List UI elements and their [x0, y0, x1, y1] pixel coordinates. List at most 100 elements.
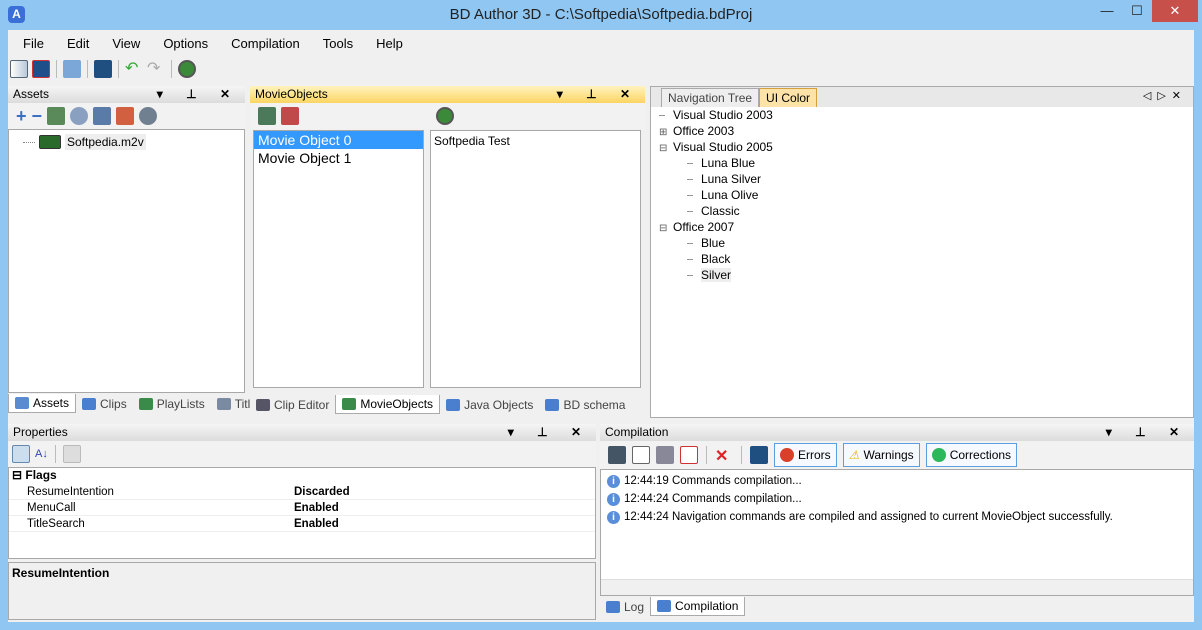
log-entry: i 12:44:24 Commands compilation...: [607, 490, 1187, 508]
video-file-icon: [39, 135, 61, 149]
tree-node[interactable]: ┄ Classic: [659, 203, 1193, 219]
add-movieobject-icon[interactable]: [258, 107, 276, 125]
add-icon[interactable]: +: [16, 106, 27, 127]
property-row[interactable]: TitleSearch Enabled: [9, 516, 595, 532]
sort-alpha-icon[interactable]: A↓: [35, 448, 48, 460]
compilation-toolbar: ✕ Errors ⚠ Warnings Corrections: [600, 441, 1194, 469]
undo-icon[interactable]: ↶: [125, 60, 143, 78]
add-audio-icon[interactable]: [70, 107, 89, 125]
tab-playlists[interactable]: PlayLists: [133, 395, 211, 413]
assets-header: Assets ▾ ⊥ ✕: [8, 86, 245, 103]
compile-icon[interactable]: [178, 60, 196, 78]
panel-controls[interactable]: ▾ ⊥ ✕: [157, 86, 240, 103]
tab-assets[interactable]: Assets: [8, 394, 77, 413]
properties-title: Properties: [13, 425, 68, 439]
add-subtitle-icon[interactable]: [93, 107, 112, 125]
panel-controls[interactable]: ▾ ⊥ ✕: [557, 86, 640, 103]
property-grid: ⊟ Flags ResumeIntention Discarded MenuCall…: [8, 467, 596, 559]
close-button[interactable]: ✕: [1152, 0, 1198, 22]
maximize-button[interactable]: ☐: [1122, 0, 1152, 22]
panel-controls[interactable]: ▾ ⊥ ✕: [508, 424, 591, 441]
delete-icon[interactable]: [656, 446, 674, 464]
expander-icon[interactable]: ⊟: [659, 221, 673, 237]
window-title: BD Author 3D - C:\Softpedia\Softpedia.bd…: [449, 6, 753, 23]
property-name: ResumeIntention: [27, 486, 114, 498]
panel-controls[interactable]: ▾ ⊥ ✕: [1106, 424, 1189, 441]
list-item[interactable]: Movie Object 1: [254, 149, 423, 167]
asset-file[interactable]: Softpedia.m2v: [65, 134, 146, 150]
property-row[interactable]: MenuCall Enabled: [9, 500, 595, 516]
tree-node[interactable]: ┄ Luna Olive: [659, 187, 1193, 203]
clear-icon[interactable]: ✕: [715, 446, 733, 465]
errors-button[interactable]: Errors: [774, 443, 837, 467]
commands-toolbar: [428, 103, 454, 129]
redo-icon[interactable]: ↷: [147, 60, 165, 78]
corrections-button[interactable]: Corrections: [925, 443, 1018, 467]
property-value[interactable]: Enabled: [294, 500, 339, 515]
movieobjects-toolbar: [250, 103, 428, 129]
new-bd-icon[interactable]: [32, 60, 50, 78]
save-icon[interactable]: [94, 60, 112, 78]
tab-compilation[interactable]: Compilation: [650, 597, 746, 616]
cut-icon[interactable]: [608, 446, 626, 464]
copy-icon[interactable]: [632, 446, 650, 464]
tree-node[interactable]: ⊟ Visual Studio 2005: [659, 139, 1193, 155]
compile-icon[interactable]: [436, 107, 454, 125]
tab-movieobjects[interactable]: MovieObjects: [335, 395, 441, 414]
tab-log[interactable]: Log: [600, 598, 650, 616]
menu-help[interactable]: Help: [361, 32, 411, 54]
add-clip-icon[interactable]: [47, 107, 66, 125]
minimize-button[interactable]: —: [1092, 0, 1122, 22]
property-pages-icon[interactable]: [62, 445, 81, 463]
tab-bd-schema[interactable]: BD schema: [539, 396, 631, 414]
assets-panel: Assets ▾ ⊥ ✕ + − Softpedia.m2v Assets Cli…: [8, 86, 263, 416]
tree-node[interactable]: ┄ Silver: [659, 267, 1193, 283]
tree-node[interactable]: ⊞ Office 2003: [659, 123, 1193, 139]
tab-scroll-controls[interactable]: ◁▷✕: [1143, 89, 1187, 102]
menu-file[interactable]: File: [8, 32, 52, 54]
property-value[interactable]: Discarded: [294, 484, 350, 499]
log-entry: i 12:44:24 Navigation commands are compil…: [607, 508, 1187, 526]
assets-tree: Softpedia.m2v: [8, 129, 245, 393]
menu-tools[interactable]: Tools: [308, 32, 361, 54]
menu-compilation[interactable]: Compilation: [216, 32, 308, 54]
menu-options[interactable]: Options: [148, 32, 216, 54]
tree-node[interactable]: ┄ Black: [659, 251, 1193, 267]
tab-clip-editor[interactable]: Clip Editor: [250, 396, 335, 414]
tree-node[interactable]: ┄ Blue: [659, 235, 1193, 251]
list-item[interactable]: Movie Object 0: [254, 131, 423, 149]
category-flags[interactable]: ⊟ Flags: [9, 468, 595, 484]
report-icon[interactable]: [680, 446, 698, 464]
add-list-icon[interactable]: [116, 107, 135, 125]
navigation-panel: Navigation Tree UI Color ◁▷✕ ┄ Visual Stu…: [650, 86, 1194, 418]
remove-movieobject-icon[interactable]: [281, 107, 299, 125]
new-project-icon[interactable]: [10, 60, 28, 78]
warnings-button[interactable]: ⚠ Warnings: [842, 443, 920, 467]
tab-clips[interactable]: Clips: [76, 395, 133, 413]
open-folder-icon[interactable]: [63, 60, 81, 78]
categorized-icon[interactable]: [12, 445, 30, 463]
tab-navigation-tree[interactable]: Navigation Tree: [661, 88, 760, 107]
assets-toolbar: + −: [8, 103, 245, 129]
property-value[interactable]: Enabled: [294, 516, 339, 531]
commands-editor[interactable]: Softpedia Test: [430, 130, 641, 388]
import-disc-icon[interactable]: [139, 107, 158, 125]
save-log-icon[interactable]: [750, 446, 768, 464]
property-row[interactable]: ResumeIntention Discarded: [9, 484, 595, 500]
menu-edit[interactable]: Edit: [52, 32, 97, 54]
compilation-tabs: Log Compilation: [600, 596, 1194, 616]
tree-node[interactable]: ┄ Visual Studio 2003: [659, 107, 1193, 123]
tree-node[interactable]: ⊟ Office 2007: [659, 219, 1193, 235]
expander-icon[interactable]: ┄: [687, 269, 701, 285]
menu-view[interactable]: View: [97, 32, 148, 54]
expander-icon[interactable]: ⊟: [659, 141, 673, 157]
tab-java-objects[interactable]: Java Objects: [440, 396, 539, 414]
remove-icon[interactable]: −: [32, 106, 43, 127]
menu-bar: File Edit View Options Compilation Tools…: [8, 32, 411, 54]
property-name: TitleSearch: [27, 518, 85, 530]
tab-ui-color[interactable]: UI Color: [759, 88, 818, 107]
horizontal-scrollbar[interactable]: [601, 579, 1193, 595]
tree-node[interactable]: ┄ Luna Blue: [659, 155, 1193, 171]
properties-toolbar: A↓: [8, 441, 596, 467]
tree-node[interactable]: ┄ Luna Silver: [659, 171, 1193, 187]
